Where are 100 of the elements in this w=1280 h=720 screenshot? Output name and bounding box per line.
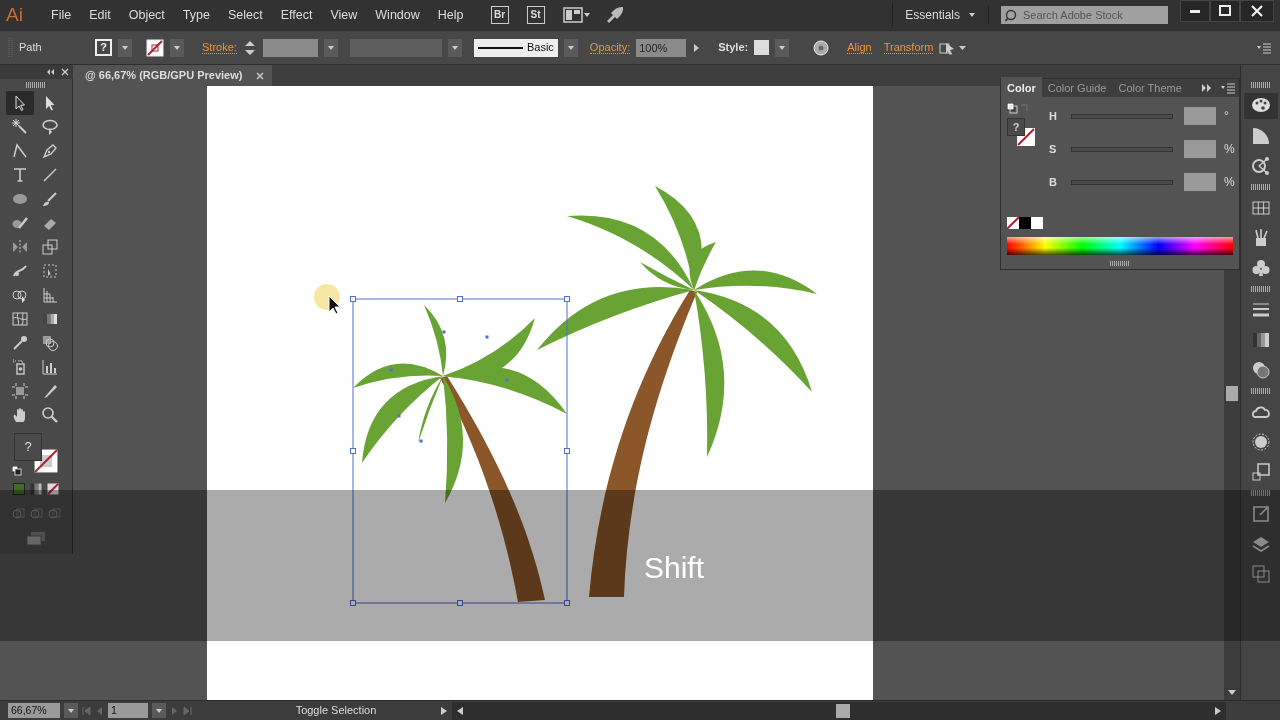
swatch-icon[interactable] [1031, 217, 1043, 229]
caret-icon [450, 43, 459, 52]
menu-item[interactable]: Help [428, 5, 473, 25]
appearance-icon [1250, 432, 1271, 452]
opacity-label[interactable]: Opacity: [589, 41, 631, 54]
graphic-style-swatch[interactable] [754, 40, 770, 55]
tool-button[interactable] [6, 91, 34, 115]
menu-item[interactable]: File [42, 5, 81, 25]
fill-dropdown[interactable] [118, 38, 132, 57]
fill-box[interactable]: ? [1007, 118, 1025, 136]
swatch-icon[interactable] [1019, 217, 1031, 229]
close-icon[interactable] [61, 68, 69, 76]
overlapping-circles-icon [1250, 360, 1271, 380]
fill-box[interactable]: ? [14, 433, 42, 461]
unit-label: ° [1224, 108, 1229, 125]
graphic-style-dropdown[interactable] [775, 38, 790, 57]
fill-swatch[interactable]: ? [95, 39, 112, 56]
slider-label: S [1049, 141, 1058, 157]
swap-icon[interactable] [1007, 103, 1029, 114]
scale-icon [41, 238, 59, 256]
selection-type-label: Path [19, 40, 43, 56]
status-menu-icon[interactable] [440, 705, 448, 716]
arrow-right-icon[interactable] [692, 41, 701, 54]
scroll-thumb[interactable] [836, 703, 850, 718]
panel-menu-icon[interactable] [1221, 82, 1235, 94]
color-guide-icon [1250, 156, 1271, 176]
zoom-dropdown[interactable] [64, 703, 78, 718]
color-spectrum[interactable] [1007, 237, 1233, 255]
menu-item[interactable]: Select [218, 5, 272, 25]
stroke-label[interactable]: Stroke: [202, 41, 237, 54]
panel-tab[interactable]: Color [1001, 76, 1042, 100]
status-text: Toggle Selection [294, 703, 378, 719]
value-field[interactable] [1184, 173, 1216, 191]
eyedropper-icon [11, 334, 29, 352]
stroke-weight-dropdown[interactable] [323, 38, 338, 57]
panel-menu-icon[interactable] [1256, 40, 1272, 55]
app-logo[interactable]: Ai [6, 0, 42, 30]
transform-link[interactable]: Transform [883, 41, 934, 54]
free-transform-icon [41, 262, 59, 280]
keystroke-caption: Shift [644, 550, 705, 586]
variable-width-dropdown[interactable] [447, 38, 462, 57]
expand-icon[interactable] [1202, 84, 1211, 92]
transform-icon [1250, 462, 1271, 482]
workspace-switcher[interactable]: Essentials [905, 6, 976, 24]
artboard-field[interactable]: 1 [108, 703, 148, 718]
value-field[interactable] [1184, 140, 1216, 158]
stroke-profile-dropdown[interactable] [563, 38, 578, 57]
stroke-weight-field[interactable] [262, 38, 318, 57]
none-swatch-icon[interactable] [1007, 217, 1019, 229]
scroll-thumb[interactable] [1226, 386, 1238, 401]
caret-icon [566, 43, 575, 52]
stroke-swatch-icon[interactable] [146, 38, 164, 57]
style-label: Style: [718, 40, 749, 56]
gradient-icon [1250, 330, 1271, 350]
bridge-button[interactable]: Br [490, 6, 509, 24]
caret-icon [326, 43, 335, 52]
opacity-field[interactable]: 100% [636, 38, 687, 57]
minimize-button[interactable] [1180, 0, 1210, 22]
type-tool-icon [11, 166, 29, 184]
zoom-field[interactable]: 66,67% [8, 703, 60, 718]
search-field[interactable]: Search Adobe Stock [1001, 6, 1168, 24]
panel-tab[interactable]: Color Theme [1112, 76, 1188, 100]
panel-tab[interactable]: Color Guide [1041, 76, 1113, 100]
bar-chart-icon [41, 358, 59, 376]
stroke-profile-field[interactable]: Basic [473, 38, 558, 57]
menu-item[interactable]: Effect [271, 5, 322, 25]
dock-button[interactable] [1243, 93, 1278, 119]
stroke-dropdown[interactable] [170, 38, 184, 57]
document-tab[interactable]: @ 66,67% (RGB/GPU Preview) [73, 65, 273, 86]
menu-item[interactable]: View [321, 5, 367, 25]
menu-item[interactable]: Edit [80, 5, 120, 25]
color-mode-icon[interactable] [13, 483, 25, 495]
collapse-icon[interactable] [46, 68, 55, 76]
magic-wand-icon [11, 118, 29, 136]
menu-item[interactable]: Object [119, 5, 174, 25]
close-button[interactable] [1240, 0, 1274, 22]
stock-button[interactable]: St [526, 6, 545, 24]
caret-icon [67, 706, 75, 715]
palm-tree-drawing[interactable] [537, 186, 817, 597]
scroll-down-icon[interactable] [1227, 688, 1237, 696]
close-icon[interactable] [256, 71, 265, 80]
minimize-icon [1190, 9, 1200, 13]
lasso-icon [41, 118, 59, 136]
maximize-button[interactable] [1210, 0, 1240, 22]
align-link[interactable]: Align [847, 41, 872, 54]
gradient-mode-icon[interactable] [30, 483, 42, 495]
scroll-left-icon[interactable] [456, 705, 464, 716]
knife-icon [41, 382, 59, 400]
artboard-dropdown[interactable] [152, 703, 166, 718]
stroke-lines-icon [1250, 300, 1271, 320]
mesh-icon [11, 310, 29, 328]
menu-item[interactable]: Type [173, 5, 219, 25]
value-field[interactable] [1184, 107, 1216, 125]
default-colors-icon[interactable] [12, 466, 22, 476]
search-icon [1005, 9, 1019, 22]
none-mode-icon[interactable] [47, 483, 59, 495]
scroll-right-icon[interactable] [1214, 705, 1222, 716]
menu-item[interactable]: Window [366, 5, 429, 25]
layers-icon [1250, 534, 1271, 554]
unit-label: % [1224, 174, 1235, 191]
